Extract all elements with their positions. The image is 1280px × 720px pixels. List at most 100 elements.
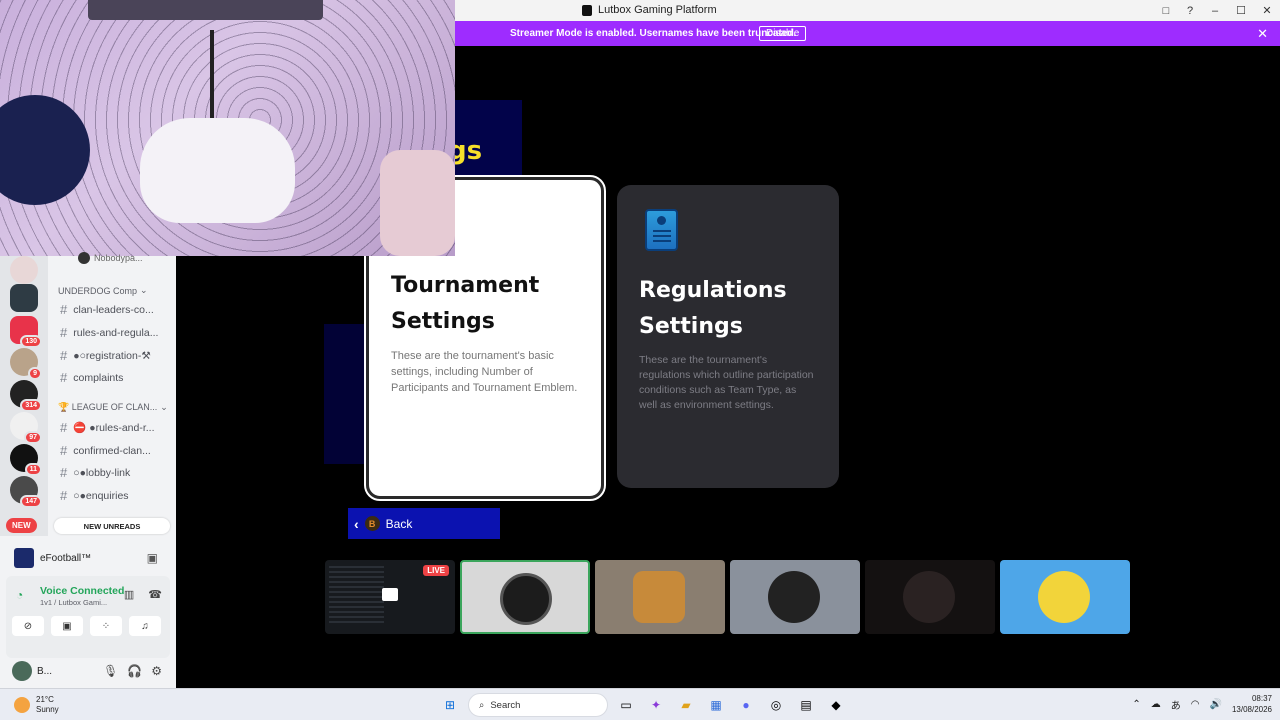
screenshot-icon[interactable]: □ — [1154, 0, 1178, 21]
server-icon[interactable]: 9 — [10, 348, 42, 380]
server-icon[interactable]: 97 — [10, 412, 42, 444]
banner-text: Streamer Mode is enabled. Usernames have… — [510, 28, 797, 39]
username[interactable]: B... — [37, 666, 52, 677]
channel-name: ○●lobby-link — [73, 466, 131, 479]
server-list: 130 9 314 97 11 147 — [0, 256, 48, 536]
new-pill[interactable]: NEW — [6, 518, 37, 533]
hash-icon: # — [60, 465, 68, 480]
taskbar-search[interactable]: ⌕ Search — [468, 693, 608, 717]
weather-temp: 21°C — [36, 695, 54, 704]
close-icon[interactable]: ✕ — [1257, 26, 1268, 42]
activity-status[interactable]: eFootball™ ▣ — [6, 541, 170, 575]
monitor-icon — [382, 588, 398, 601]
stream-tile-participant[interactable] — [865, 560, 995, 634]
server-icon[interactable]: 314 — [10, 380, 42, 412]
wifi-icon[interactable]: ◠ — [1191, 699, 1200, 710]
noise-suppression-icon[interactable]: ▥ — [124, 588, 134, 601]
voice-channel[interactable]: 1v1 / Lutbox Gami... — [40, 598, 107, 607]
server-icon[interactable]: 130 — [10, 316, 42, 348]
search-icon: ⌕ — [479, 699, 485, 711]
activity-name: eFootball™ — [40, 552, 92, 564]
channel-name: ○●enquiries — [73, 489, 129, 502]
screen-share-button[interactable]: ▣ — [51, 616, 83, 636]
signal-icon: ◔ — [16, 588, 24, 602]
new-unreads-button[interactable]: NEW UNREADS — [54, 518, 170, 534]
disconnect-icon[interactable]: ☎ — [148, 588, 162, 601]
sun-icon — [14, 697, 30, 713]
stream-tile-participant[interactable] — [460, 560, 590, 634]
discord-icon[interactable]: ● — [734, 693, 758, 717]
voice-status[interactable]: Voice Connected — [40, 585, 124, 597]
back-button[interactable]: ‹ B Back — [348, 508, 500, 539]
clock[interactable]: 08:37 13/08/2026 — [1232, 693, 1272, 715]
stream-tile-participant[interactable] — [595, 560, 725, 634]
stream-tile-participant[interactable] — [1000, 560, 1130, 634]
category-header[interactable]: 🏆 LEAGUE OF CLAN... ⌄ — [58, 402, 168, 413]
maximize-icon[interactable]: ☐ — [1228, 0, 1254, 21]
discord-sidebar: 130 9 314 97 11 147 NEW Nobodypa... UNDE… — [0, 252, 176, 688]
hash-icon: # — [60, 302, 68, 317]
voice-panel: ◔ Voice Connected 1v1 / Lutbox Gami... ▥… — [6, 576, 170, 658]
language-icon[interactable]: あ — [1171, 697, 1181, 712]
channel-item[interactable]: # ○●enquiries — [60, 488, 129, 503]
card-title-line2: Settings — [391, 309, 495, 334]
camera-off-button[interactable]: ⊘ — [12, 616, 44, 636]
server-icon[interactable] — [10, 256, 38, 284]
unread-badge: 147 — [20, 495, 42, 508]
gear-icon[interactable]: ⚙ — [151, 664, 162, 678]
regulations-settings-card[interactable]: Regulations Settings These are the tourn… — [617, 185, 839, 488]
channel-item[interactable]: # rules-and-regula... — [60, 325, 158, 340]
avatar — [500, 573, 552, 625]
channel-item[interactable]: # ●○registration-⚒ — [60, 348, 151, 363]
soundboard-button[interactable]: ♫ — [129, 616, 161, 636]
channel-name: rules-and-regula... — [73, 326, 159, 339]
channel-item[interactable]: # ⛔ ●rules-and-r... — [60, 420, 155, 435]
app-icon-2[interactable]: ◆ — [824, 693, 848, 717]
channel-name: ⛔ ●rules-and-r... — [73, 422, 155, 434]
server-icon[interactable] — [10, 284, 38, 312]
category-name: 🏆 LEAGUE OF CLAN... — [58, 402, 158, 412]
screen: gs Tournament Settings These are the tou… — [0, 0, 1280, 720]
stream-tile-screenshare[interactable]: LIVE — [325, 560, 455, 634]
file-explorer-icon[interactable]: ▰ — [674, 693, 698, 717]
task-view-icon[interactable]: ▭ — [614, 693, 638, 717]
weather-widget[interactable]: 21°C Sunny — [14, 695, 59, 715]
avatar — [768, 571, 820, 623]
unread-badge: 314 — [20, 399, 42, 412]
search-label: Search — [490, 699, 521, 711]
activities-button[interactable]: ⁘ — [90, 616, 122, 636]
keyboard — [88, 0, 323, 20]
minimize-icon[interactable]: – — [1202, 0, 1228, 21]
channel-item[interactable]: # ○●lobby-link — [60, 465, 130, 480]
close-icon[interactable]: ✕ — [1254, 0, 1280, 21]
copilot-icon[interactable]: ✦ — [644, 693, 668, 717]
server-icon[interactable]: 11 — [10, 444, 42, 476]
headphones-icon[interactable]: 🎧 — [127, 664, 142, 678]
chrome-icon[interactable]: ◎ — [764, 693, 788, 717]
channel-name: complaints — [73, 371, 124, 384]
disable-streamer-mode-button[interactable]: Disable — [759, 26, 807, 41]
windows-start-icon[interactable]: ⊞ — [438, 693, 462, 717]
onedrive-icon[interactable]: ☁ — [1151, 699, 1161, 710]
category-header[interactable]: UNDERDOG Comp ⌄ — [58, 285, 148, 296]
channel-item[interactable]: # clan-leaders-co... — [60, 302, 154, 317]
app-icon[interactable]: ▤ — [794, 693, 818, 717]
server-icon[interactable]: 147 — [10, 476, 42, 508]
hash-icon: # — [60, 443, 68, 458]
channel-item[interactable]: # confirmed-clan... — [60, 443, 151, 458]
category-name: UNDERDOG Comp — [58, 285, 138, 296]
window-titlebar: Lutbox Gaming Platform □ ? – ☐ ✕ — [455, 0, 1280, 21]
microphone-icon[interactable]: 🎙 — [103, 664, 118, 678]
store-icon[interactable]: ▦ — [704, 693, 728, 717]
channel-item[interactable]: # complaints — [60, 370, 123, 385]
avatar[interactable] — [12, 661, 32, 681]
stream-tile-participant[interactable] — [730, 560, 860, 634]
time: 08:37 — [1251, 694, 1272, 703]
window-title: Lutbox Gaming Platform — [582, 4, 717, 16]
help-icon[interactable]: ? — [1178, 0, 1202, 21]
voice-user[interactable]: Nobodypa... — [78, 252, 143, 264]
controller — [140, 118, 295, 223]
volume-icon[interactable]: 🔊 — [1210, 699, 1222, 710]
chevron-up-icon[interactable]: ⌃ — [1132, 699, 1140, 710]
stream-icon[interactable]: ▣ — [147, 551, 158, 565]
